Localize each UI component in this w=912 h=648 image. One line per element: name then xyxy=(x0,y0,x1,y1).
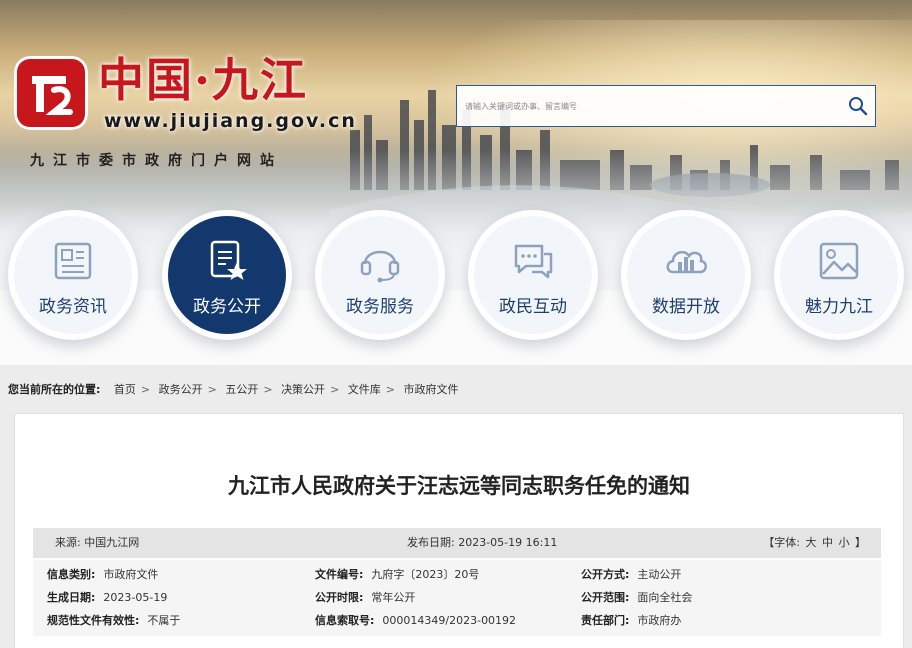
nav-label: 魅力九江 xyxy=(805,297,873,317)
metadata-value: 常年公开 xyxy=(371,591,416,604)
metadata-key: 生成日期: xyxy=(47,591,96,604)
metadata-value: 市政府办 xyxy=(637,614,682,627)
metadata-cell: 责任部门: 市政府办 xyxy=(581,610,681,632)
document-metadata-table: 信息类别: 市政府文件 文件编号: 九府字〔2023〕20号 公开方式: 主动公开 生… xyxy=(33,560,881,636)
metadata-value: 2023-05-19 xyxy=(103,591,168,604)
article-publish-date: 发布日期: 2023-05-19 16:11 xyxy=(407,536,558,549)
site-title[interactable]: 中国·九江 xyxy=(98,52,308,108)
metadata-value: 000014349/2023-00192 xyxy=(382,614,517,627)
metadata-key: 文件编号: xyxy=(315,568,364,581)
breadcrumb-separator: > xyxy=(140,383,151,396)
nav-label: 政务公开 xyxy=(193,297,261,317)
metadata-value: 九府字〔2023〕20号 xyxy=(371,568,480,581)
font-size-suffix: 】 xyxy=(855,536,866,549)
breadcrumb-separator: > xyxy=(330,383,340,396)
font-large-button[interactable]: 大 xyxy=(806,536,817,549)
breadcrumb-city-gov-files[interactable]: 市政府文件 xyxy=(404,383,459,396)
metadata-key: 信息索取号: xyxy=(315,614,375,627)
city-logo-icon[interactable] xyxy=(14,56,88,130)
breadcrumb-lead: 您当前所在的位置: xyxy=(8,383,101,396)
nav-label: 数据开放 xyxy=(652,297,720,317)
article-source: 来源: 中国九江网 xyxy=(55,536,140,549)
nav-item-news[interactable]: 政务资讯 xyxy=(8,210,138,340)
headset-icon xyxy=(357,238,403,284)
nav-item-gov-service[interactable]: 政务服务 xyxy=(315,210,445,340)
metadata-cell: 文件编号: 九府字〔2023〕20号 xyxy=(315,564,479,586)
breadcrumb-decision-open[interactable]: 决策公开 xyxy=(281,383,325,396)
search-icon[interactable] xyxy=(847,95,869,117)
metadata-row: 生成日期: 2023-05-19 公开时限: 常年公开 公开范围: 面向全社会 xyxy=(33,587,881,609)
nav-item-interaction[interactable]: 政民互动 xyxy=(468,210,598,340)
metadata-key: 规范性文件有效性: xyxy=(47,614,140,627)
font-size-prefix: 【字体: xyxy=(763,536,800,549)
metadata-key: 信息类别: xyxy=(47,568,96,581)
nav-label: 政务资讯 xyxy=(39,297,107,317)
metadata-key: 公开方式: xyxy=(581,568,630,581)
metadata-key: 责任部门: xyxy=(581,614,630,627)
metadata-value: 不属于 xyxy=(147,614,181,627)
nav-item-gov-open[interactable]: 政务公开 xyxy=(162,210,292,340)
metadata-row: 规范性文件有效性: 不属于 信息索取号: 000014349/2023-00192 … xyxy=(33,610,881,632)
chat-bubbles-icon xyxy=(510,238,556,284)
search-box xyxy=(456,85,876,127)
site-url[interactable]: www.jiujiang.gov.cn xyxy=(104,110,357,132)
article-title: 九江市人民政府关于汪志远等同志职务任免的通知 xyxy=(228,474,690,498)
metadata-key: 公开范围: xyxy=(581,591,630,604)
nav-label: 政务服务 xyxy=(346,297,414,317)
metadata-cell: 规范性文件有效性: 不属于 xyxy=(47,610,180,632)
font-small-button[interactable]: 小 xyxy=(839,536,850,549)
breadcrumb-separator: > xyxy=(207,383,217,396)
nav-item-charm[interactable]: 魅力九江 xyxy=(774,210,904,340)
breadcrumb-five-open[interactable]: 五公开 xyxy=(225,383,258,396)
breadcrumb: 您当前所在的位置: 首页 > 政务公开 > 五公开 > 决策公开 > 文件库 > 市政府文… xyxy=(0,377,912,403)
font-size-control: 【字体: 大 中 小 】 xyxy=(762,528,867,558)
article-info-bar: 来源: 中国九江网 发布日期: 2023-05-19 16:11 【字体: 大 … xyxy=(33,528,881,558)
metadata-cell: 公开时限: 常年公开 xyxy=(315,587,415,609)
newspaper-icon xyxy=(50,238,96,284)
metadata-row: 信息类别: 市政府文件 文件编号: 九府字〔2023〕20号 公开方式: 主动公开 xyxy=(33,564,881,586)
font-medium-button[interactable]: 中 xyxy=(822,536,833,549)
metadata-cell: 信息索取号: 000014349/2023-00192 xyxy=(315,610,516,632)
metadata-cell: 信息类别: 市政府文件 xyxy=(47,564,158,586)
breadcrumb-separator: > xyxy=(263,383,273,396)
breadcrumb-gov-open[interactable]: 政务公开 xyxy=(159,383,203,396)
nav-item-open-data[interactable]: 数据开放 xyxy=(621,210,751,340)
breadcrumb-home[interactable]: 首页 xyxy=(114,383,136,396)
banner-bottom xyxy=(0,290,912,365)
document-star-icon xyxy=(204,238,250,284)
breadcrumb-separator: > xyxy=(385,383,395,396)
search-input[interactable] xyxy=(465,96,835,116)
nav-label: 政民互动 xyxy=(499,297,567,317)
cloud-bar-chart-icon xyxy=(663,238,709,284)
metadata-cell: 公开方式: 主动公开 xyxy=(581,564,681,586)
metadata-value: 市政府文件 xyxy=(103,568,159,581)
metadata-value: 主动公开 xyxy=(637,568,682,581)
metadata-cell: 生成日期: 2023-05-19 xyxy=(47,587,167,609)
portal-name: 九江市委市政府门户网站 xyxy=(30,153,283,169)
metadata-key: 公开时限: xyxy=(315,591,364,604)
picture-icon xyxy=(816,238,862,284)
breadcrumb-file-library[interactable]: 文件库 xyxy=(348,383,381,396)
metadata-value: 面向全社会 xyxy=(637,591,693,604)
metadata-cell: 公开范围: 面向全社会 xyxy=(581,587,692,609)
article-card: 九江市人民政府关于汪志远等同志职务任免的通知 来源: 中国九江网 发布日期: 2… xyxy=(14,413,904,648)
